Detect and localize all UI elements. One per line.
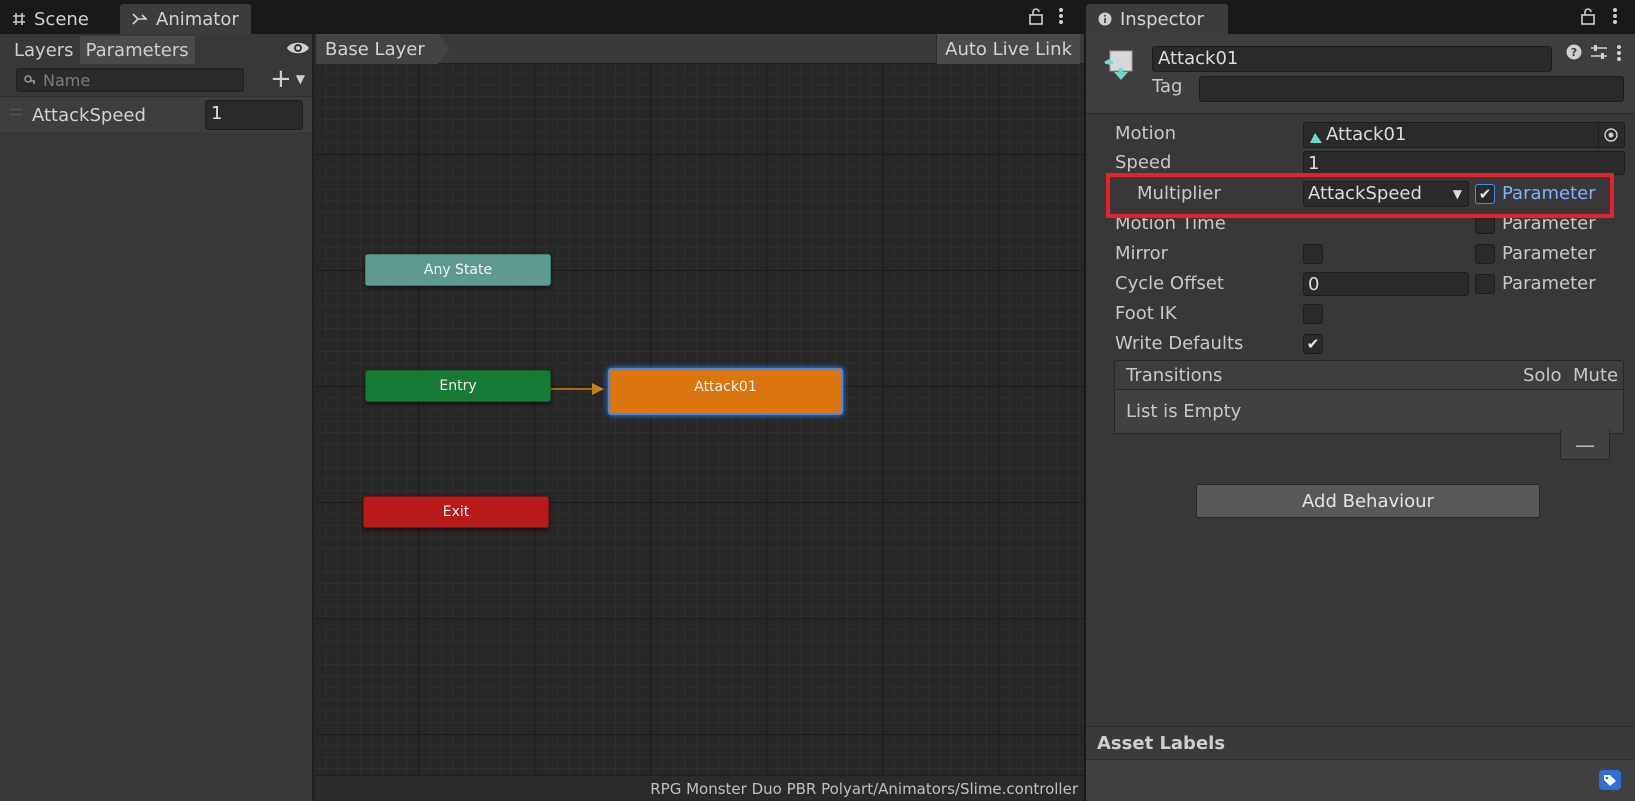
tab-inspector[interactable]: Inspector <box>1086 4 1228 34</box>
tab-parameters[interactable]: Parameters <box>79 36 195 64</box>
search-input[interactable] <box>43 70 233 90</box>
tab-layers[interactable]: Layers <box>8 36 80 64</box>
info-icon <box>1098 12 1112 26</box>
transitions-body: List is Empty <box>1114 390 1624 434</box>
multiplier-highlight-box <box>1106 173 1614 218</box>
transitions-list: Transitions Solo Mute List is Empty <box>1114 360 1624 434</box>
asset-labels-body <box>1086 759 1635 801</box>
help-icon[interactable]: ? <box>1566 44 1582 65</box>
inspector-lock-icon[interactable] <box>1580 7 1600 27</box>
parameters-panel: Layers Parameters + ▼ AttackSpeed 1 <box>0 34 314 801</box>
state-name-field[interactable]: Attack01 <box>1152 46 1552 72</box>
lock-icon[interactable] <box>1028 7 1048 27</box>
state-icon <box>1100 48 1136 89</box>
motion-value: Attack01 <box>1326 124 1407 145</box>
mirror-parameter-checkbox[interactable] <box>1475 244 1495 264</box>
tag-field[interactable] <box>1199 76 1624 102</box>
component-menu-icon[interactable] <box>1616 44 1622 67</box>
remove-transition-button[interactable]: — <box>1560 430 1610 460</box>
tab-animator[interactable]: Animator <box>120 4 251 34</box>
breadcrumb-base-layer[interactable]: Base Layer <box>316 34 450 64</box>
node-entry[interactable]: Entry <box>365 370 551 402</box>
animator-icon <box>132 12 148 26</box>
cycle-offset-field[interactable]: 0 <box>1303 272 1469 296</box>
animator-tab-bar: Scene Animator <box>0 0 1084 34</box>
speed-label: Speed <box>1115 152 1172 173</box>
tab-inspector-label: Inspector <box>1120 8 1204 30</box>
parameter-row[interactable]: AttackSpeed 1 <box>0 96 312 132</box>
foot-ik-label: Foot IK <box>1115 303 1177 324</box>
foot-ik-checkbox[interactable] <box>1303 304 1323 324</box>
object-picker-icon[interactable] <box>1598 123 1622 147</box>
mirror-label: Mirror <box>1115 243 1169 264</box>
mirror-checkbox[interactable] <box>1303 244 1323 264</box>
node-attack01[interactable]: Attack01 <box>608 368 843 415</box>
params-tab-strip: Layers Parameters <box>8 36 195 64</box>
tab-scene-label: Scene <box>34 8 89 30</box>
minus-icon: — <box>1575 432 1595 457</box>
node-exit[interactable]: Exit <box>363 496 549 528</box>
parameter-value-field[interactable]: 1 <box>205 100 303 130</box>
animation-clip-icon <box>1309 128 1323 147</box>
preset-settings-icon[interactable] <box>1590 44 1608 65</box>
transitions-label: Transitions <box>1126 365 1223 386</box>
cycle-offset-label: Cycle Offset <box>1115 273 1224 294</box>
inspector-window: Inspector Attack01 Tag ? Motion Attack01… <box>1086 0 1635 801</box>
controller-path: RPG Monster Duo PBR Polyart/Animators/Sl… <box>650 779 1078 798</box>
solo-label: Solo <box>1523 365 1562 386</box>
drag-handle-icon[interactable] <box>10 109 22 115</box>
mute-label: Mute <box>1573 365 1619 386</box>
parameter-name: AttackSpeed <box>32 105 146 126</box>
tab-animator-label: Animator <box>156 8 239 30</box>
write-defaults-label: Write Defaults <box>1115 333 1244 354</box>
inspector-tab-bar: Inspector <box>1086 0 1635 34</box>
motion-label: Motion <box>1115 123 1177 144</box>
add-behaviour-button[interactable]: Add Behaviour <box>1196 484 1540 518</box>
kebab-menu-icon[interactable] <box>1058 7 1072 27</box>
svg-text:?: ? <box>1571 46 1577 59</box>
node-any-state[interactable]: Any State <box>365 254 551 286</box>
tag-label: Tag <box>1152 76 1183 97</box>
grid-icon <box>12 12 26 26</box>
tab-scene[interactable]: Scene <box>0 4 101 34</box>
asset-labels-title: Asset Labels <box>1097 733 1226 754</box>
inspector-kebab-menu-icon[interactable] <box>1612 7 1626 27</box>
transitions-header: Transitions Solo Mute <box>1114 360 1624 390</box>
mirror-parameter-label: Parameter <box>1502 243 1596 264</box>
search-icon <box>23 74 37 86</box>
speed-field[interactable]: 1 <box>1303 151 1625 175</box>
parameter-search[interactable] <box>16 68 244 92</box>
write-defaults-checkbox[interactable]: ✔ <box>1303 334 1323 354</box>
transition-arrow[interactable] <box>548 382 608 396</box>
breadcrumb: Base Layer Auto Live Link <box>316 34 1084 64</box>
add-parameter-button[interactable]: + ▼ <box>270 64 308 94</box>
chevron-down-icon: ▼ <box>295 72 306 86</box>
list-empty-text: List is Empty <box>1126 401 1242 422</box>
asset-labels-section: Asset Labels <box>1086 726 1635 801</box>
motion-field[interactable]: Attack01 <box>1303 122 1625 148</box>
cycle-offset-parameter-checkbox[interactable] <box>1475 274 1495 294</box>
state-graph-canvas[interactable] <box>316 34 1084 801</box>
status-bar: RPG Monster Duo PBR Polyart/Animators/Sl… <box>316 775 1084 801</box>
animator-window: Scene Animator Layers Parameters Name + … <box>0 0 1084 801</box>
cycle-offset-parameter-label: Parameter <box>1502 273 1596 294</box>
auto-live-link-button[interactable]: Auto Live Link <box>936 34 1080 64</box>
inspector-header: Attack01 Tag ? <box>1086 34 1635 114</box>
tag-icon[interactable] <box>1599 770 1621 795</box>
plus-icon: + <box>270 64 292 94</box>
eye-icon[interactable] <box>286 40 310 56</box>
